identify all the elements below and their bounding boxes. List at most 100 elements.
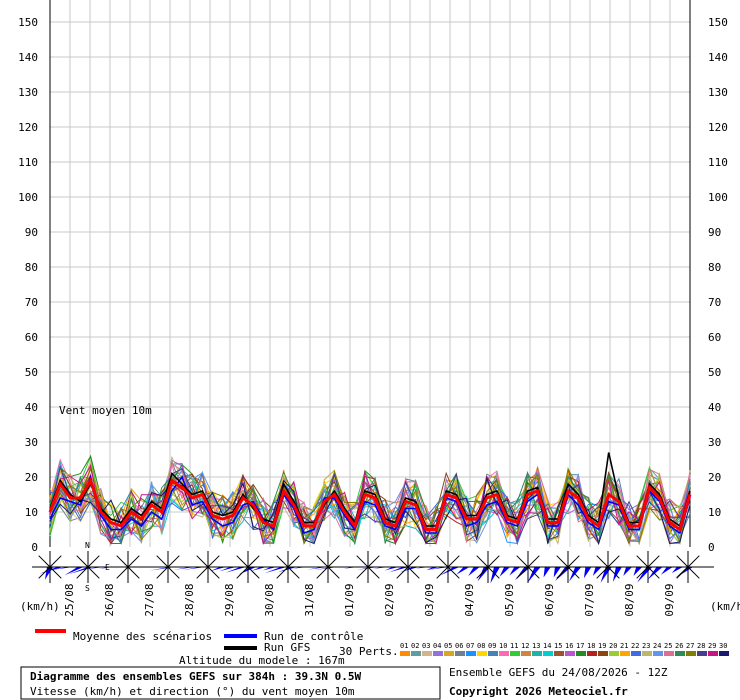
- compass-ray: [476, 555, 489, 568]
- compass-south-label: S: [85, 584, 90, 593]
- compass-north-label: N: [85, 541, 90, 550]
- perturbation-number: 13: [532, 642, 540, 650]
- perturbation-swatch: [455, 651, 465, 656]
- perturbation-swatch: [708, 651, 718, 656]
- unit-right: (km/h): [710, 600, 740, 613]
- y-tick-label: 150: [18, 16, 38, 29]
- compass-rose-icon: [150, 551, 186, 583]
- y-tick-label: 10: [708, 506, 721, 519]
- perturbation-swatch: [466, 651, 476, 656]
- compass-ray: [527, 555, 540, 568]
- ensemble-run-label: Ensemble GEFS du 24/08/2026 - 12Z: [449, 666, 668, 679]
- perturbation-swatch: [565, 651, 575, 656]
- x-tick-label: 30/08: [263, 583, 276, 616]
- compass-rose-icon: [350, 551, 386, 583]
- y-tick-label: 0: [31, 541, 38, 554]
- perturbation-number: 11: [510, 642, 518, 650]
- perturbation-number: 10: [499, 642, 507, 650]
- y-tick-label: 70: [708, 296, 721, 309]
- altitude-label: Altitude du modele : 167m: [179, 654, 345, 667]
- perturbation-swatch: [675, 651, 685, 656]
- compass-ray: [567, 555, 580, 568]
- compass-ray: [556, 555, 569, 568]
- compass-ray: [676, 555, 689, 568]
- y-tick-label: 110: [708, 156, 728, 169]
- perturbation-number: 01: [400, 642, 408, 650]
- compass-ray: [247, 555, 260, 568]
- compass-ray: [156, 555, 169, 568]
- perturbation-number: 23: [642, 642, 650, 650]
- x-tick-label: 26/08: [103, 583, 116, 616]
- compass-ray: [49, 555, 62, 568]
- x-tick-label: 31/08: [303, 583, 316, 616]
- compass-ray: [407, 566, 420, 579]
- compass-ray: [167, 555, 180, 568]
- compass-ray: [327, 555, 340, 568]
- x-tick-label: 03/09: [423, 583, 436, 616]
- compass-rose-icon: [510, 551, 546, 583]
- compass-ray: [116, 555, 129, 568]
- y-tick-label: 50: [708, 366, 721, 379]
- x-tick-label: 04/09: [463, 583, 476, 616]
- perturbation-swatch: [631, 651, 641, 656]
- perturbation-swatch: [422, 651, 432, 656]
- compass-ray: [356, 555, 369, 568]
- compass-rose-icon: [310, 551, 346, 583]
- compass-ray: [396, 555, 409, 568]
- x-tick-label: 27/08: [143, 583, 156, 616]
- perturbation-number: 14: [543, 642, 551, 650]
- y-tick-label: 130: [708, 86, 728, 99]
- perturbation-number: 02: [411, 642, 419, 650]
- perturbation-swatch: [532, 651, 542, 656]
- compass-ray: [287, 566, 300, 579]
- compass-ray: [356, 566, 369, 579]
- wind-direction-flag: [456, 567, 470, 575]
- compass-ray: [647, 555, 660, 568]
- compass-ray: [236, 555, 249, 568]
- wind-direction-flag: [661, 567, 673, 575]
- compass-rose-icon: [670, 551, 706, 583]
- perturbation-swatch: [433, 651, 443, 656]
- y-tick-label: 20: [25, 471, 38, 484]
- y-tick-label: 0: [708, 541, 715, 554]
- perturbation-swatch: [719, 651, 729, 656]
- legend-control-swatch: [224, 634, 257, 638]
- y-tick-label: 10: [25, 506, 38, 519]
- unit-left: (km/h): [20, 600, 60, 613]
- compass-ray: [447, 555, 460, 568]
- perturbation-number: 21: [620, 642, 628, 650]
- wind-ensemble-chart: 0102030405060708090100110120130140150 01…: [18, 0, 740, 700]
- y-tick-label: 100: [18, 191, 38, 204]
- legend: Moyenne des scénarios Run de contrôle Ru…: [35, 629, 729, 667]
- wind-direction-flag: [499, 567, 511, 577]
- perturbation-number: 27: [686, 642, 694, 650]
- perturbation-number: 05: [444, 642, 452, 650]
- perturbation-number: 03: [422, 642, 430, 650]
- perturbation-number: 28: [697, 642, 705, 650]
- compass-rose-icon: [630, 551, 666, 583]
- y-tick-label: 60: [708, 331, 721, 344]
- compass-ray: [407, 555, 420, 568]
- compass-ray: [196, 566, 209, 579]
- wind-direction-flag: [210, 567, 226, 572]
- chart-grid: [49, 0, 691, 547]
- chart-subtitle: Vitesse (km/h) et direction (°) du vent …: [30, 685, 355, 698]
- legend-mean-label: Moyenne des scénarios: [73, 630, 212, 643]
- perturbation-number: 15: [554, 642, 562, 650]
- compass-ray: [436, 555, 449, 568]
- x-tick-label: 08/09: [623, 583, 636, 616]
- wind-direction-flag: [490, 567, 500, 584]
- wind-direction-flag: [623, 567, 633, 576]
- legend-mean-swatch: [35, 629, 66, 633]
- perturbation-swatch: [609, 651, 619, 656]
- perturbation-number: 06: [455, 642, 463, 650]
- panel-label: Vent moyen 10m: [59, 404, 152, 417]
- perturbation-number: 30: [719, 642, 727, 650]
- chart-title: Diagramme des ensembles GEFS sur 384h : …: [30, 670, 362, 683]
- compass-rose-icon: [230, 551, 266, 583]
- compass-ray: [487, 555, 500, 568]
- compass-ray: [116, 566, 129, 579]
- compass-ray: [38, 555, 51, 568]
- y-axis-right: 0 10 20 30 40 50 60 70 80 90 100 110 120 130 140 150: [708, 16, 728, 554]
- perturbation-number: 18: [587, 642, 595, 650]
